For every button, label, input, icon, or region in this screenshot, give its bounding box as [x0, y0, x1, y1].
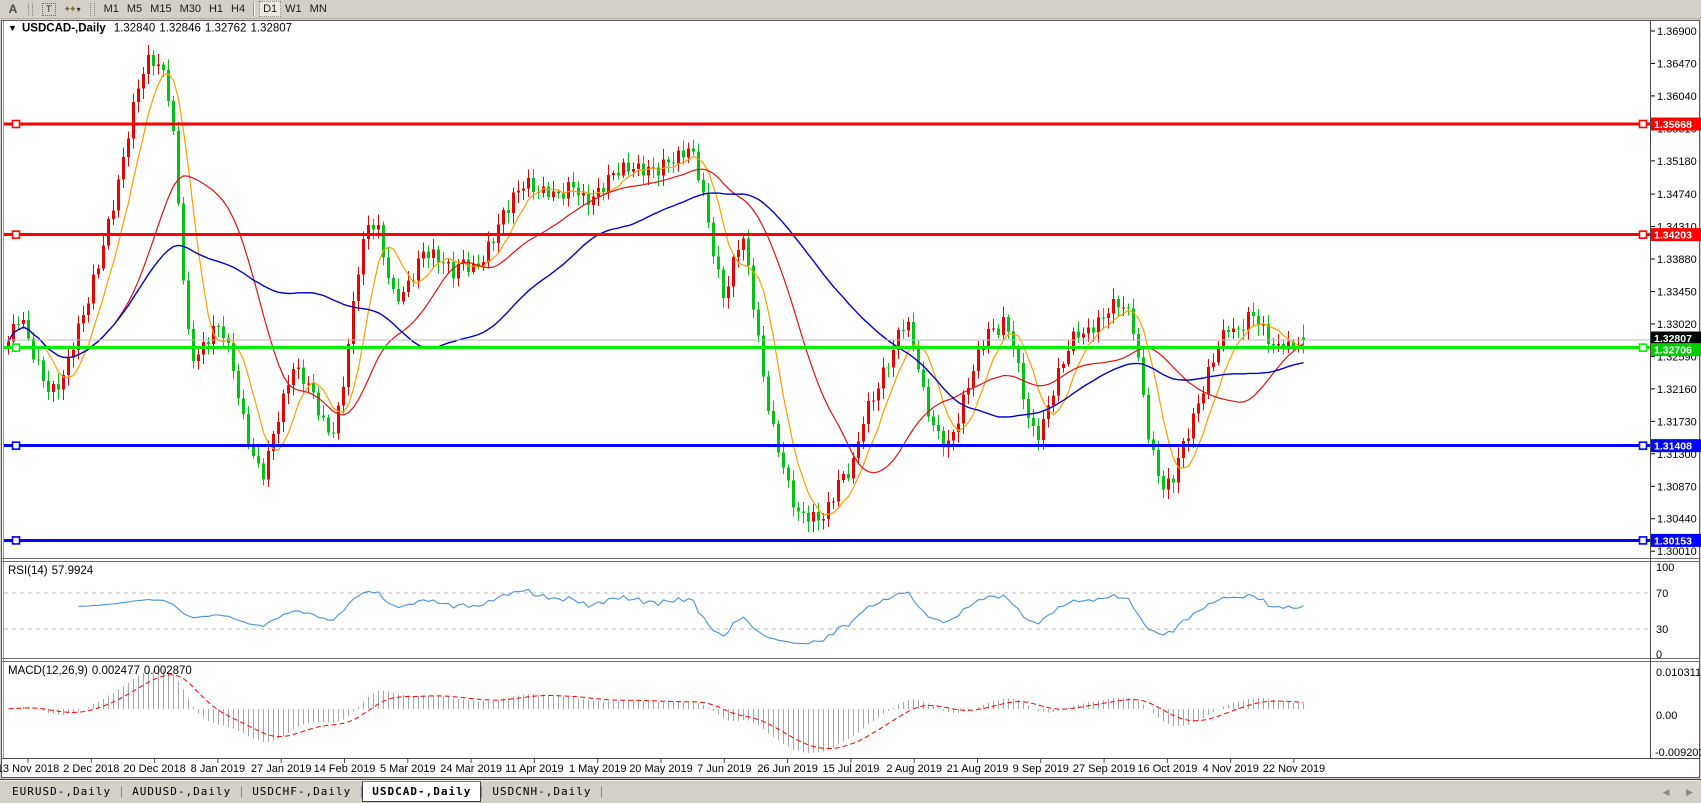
- svg-text:70: 70: [1656, 588, 1668, 600]
- hline-handle[interactable]: [13, 231, 20, 238]
- chart-tab-audusd[interactable]: AUDUSD-,Daily: [122, 781, 241, 802]
- price-badge-1.31408: 1.31408: [1651, 439, 1701, 453]
- svg-text:1.32706: 1.32706: [1654, 345, 1692, 357]
- tab-divider: [601, 786, 602, 798]
- tab-scroll-arrows: ◀ ▶: [1649, 787, 1693, 798]
- date-tick-label: 11 Apr 2019: [505, 763, 564, 775]
- hline-handle[interactable]: [1640, 121, 1647, 128]
- date-tick-label: 27 Jan 2019: [251, 763, 312, 775]
- price-tick-label: 1.36470: [1657, 58, 1697, 70]
- hline-handle[interactable]: [13, 121, 20, 128]
- chart-window[interactable]: 1.369001.364701.360401.356101.351801.347…: [0, 0, 1701, 779]
- svg-text:100: 100: [1656, 562, 1674, 574]
- tab-scroll-left-icon[interactable]: ◀: [1663, 787, 1670, 797]
- hline-handle[interactable]: [1640, 537, 1647, 544]
- date-tick-label: 20 Dec 2018: [123, 763, 185, 775]
- svg-text:0.00: 0.00: [1656, 710, 1677, 722]
- svg-text:0: 0: [1656, 649, 1662, 661]
- mt4-application: { "toolbar": { "font_button": "A", "text…: [0, 0, 1701, 803]
- date-tick-label: 26 Jun 2019: [757, 763, 818, 775]
- svg-text:0.010311: 0.010311: [1656, 667, 1701, 679]
- hline-handle[interactable]: [13, 537, 20, 544]
- price-tick-label: 1.32160: [1657, 384, 1697, 396]
- svg-text:30: 30: [1656, 624, 1668, 636]
- chart-tab-usdcad[interactable]: USDCAD-,Daily: [362, 781, 481, 802]
- chart-tab-bar: EURUSD-,DailyAUDUSD-,DailyUSDCHF-,DailyU…: [0, 779, 1701, 803]
- date-tick-label: 9 Sep 2019: [1013, 763, 1069, 775]
- hline-handle[interactable]: [1640, 231, 1647, 238]
- hline-handle[interactable]: [1640, 442, 1647, 449]
- date-tick-label: 21 Aug 2019: [947, 763, 1009, 775]
- date-tick-label: 2 Dec 2018: [63, 763, 119, 775]
- price-badge-1.32807: 1.32807: [1651, 332, 1701, 346]
- hline-handle[interactable]: [13, 344, 20, 351]
- date-tick-label: 5 Mar 2019: [380, 763, 436, 775]
- price-tick-label: 1.33450: [1657, 286, 1697, 298]
- svg-text:-0.009203: -0.009203: [1655, 747, 1701, 759]
- date-tick-label: 14 Feb 2019: [314, 763, 376, 775]
- price-tick-label: 1.33020: [1657, 319, 1697, 331]
- price-tick-label: 1.30440: [1657, 514, 1697, 526]
- price-tick-label: 1.35180: [1657, 156, 1697, 168]
- date-tick-label: 24 Mar 2019: [440, 763, 502, 775]
- tab-scroll-right-icon[interactable]: ▶: [1686, 787, 1693, 797]
- chart-window-frame: [2, 21, 1700, 778]
- date-tick-label: 27 Sep 2019: [1073, 763, 1135, 775]
- hline-handle[interactable]: [1640, 344, 1647, 351]
- hline-handle[interactable]: [13, 442, 20, 449]
- svg-text:1.35668: 1.35668: [1654, 119, 1692, 131]
- chart-tab-usdchf[interactable]: USDCHF-,Daily: [242, 781, 361, 802]
- price-badge-1.30153: 1.30153: [1651, 534, 1701, 548]
- price-tick-label: 1.34740: [1657, 189, 1697, 201]
- svg-text:1.30153: 1.30153: [1654, 535, 1692, 547]
- date-tick-label: 13 Nov 2018: [0, 763, 59, 775]
- date-tick-label: 7 Jun 2019: [697, 763, 751, 775]
- rsi-indicator-label: RSI(14)57.9924: [8, 565, 94, 577]
- date-tick-label: 2 Aug 2019: [886, 763, 942, 775]
- date-tick-label: 15 Jul 2019: [822, 763, 879, 775]
- date-tick-label: 22 Nov 2019: [1263, 763, 1325, 775]
- price-badge-1.34203: 1.34203: [1651, 228, 1701, 242]
- date-tick-label: 16 Oct 2019: [1137, 763, 1197, 775]
- svg-text:1.34203: 1.34203: [1654, 230, 1692, 242]
- chart-tab-eurusd[interactable]: EURUSD-,Daily: [2, 781, 121, 802]
- symbol-dropdown-icon[interactable]: ▼: [8, 23, 17, 33]
- macd-indicator-label: MACD(12,26,9)0.0024770.002870: [8, 665, 192, 677]
- chart-tab-usdcnh[interactable]: USDCNH-,Daily: [482, 781, 601, 802]
- svg-text:1.31408: 1.31408: [1654, 441, 1692, 453]
- date-tick-label: 4 Nov 2019: [1203, 763, 1259, 775]
- price-tick-label: 1.31730: [1657, 416, 1697, 428]
- date-tick-label: 20 May 2019: [629, 763, 693, 775]
- price-tick-label: 1.33880: [1657, 254, 1697, 266]
- price-tick-label: 1.30870: [1657, 481, 1697, 493]
- price-badge-1.32706: 1.32706: [1651, 343, 1701, 357]
- date-tick-label: 8 Jan 2019: [191, 763, 245, 775]
- price-tick-label: 1.36900: [1657, 26, 1697, 38]
- date-tick-label: 1 May 2019: [569, 763, 626, 775]
- price-tick-label: 1.36040: [1657, 91, 1697, 103]
- price-badge-1.35668: 1.35668: [1651, 118, 1701, 132]
- price-tick-label: 1.30010: [1657, 546, 1697, 558]
